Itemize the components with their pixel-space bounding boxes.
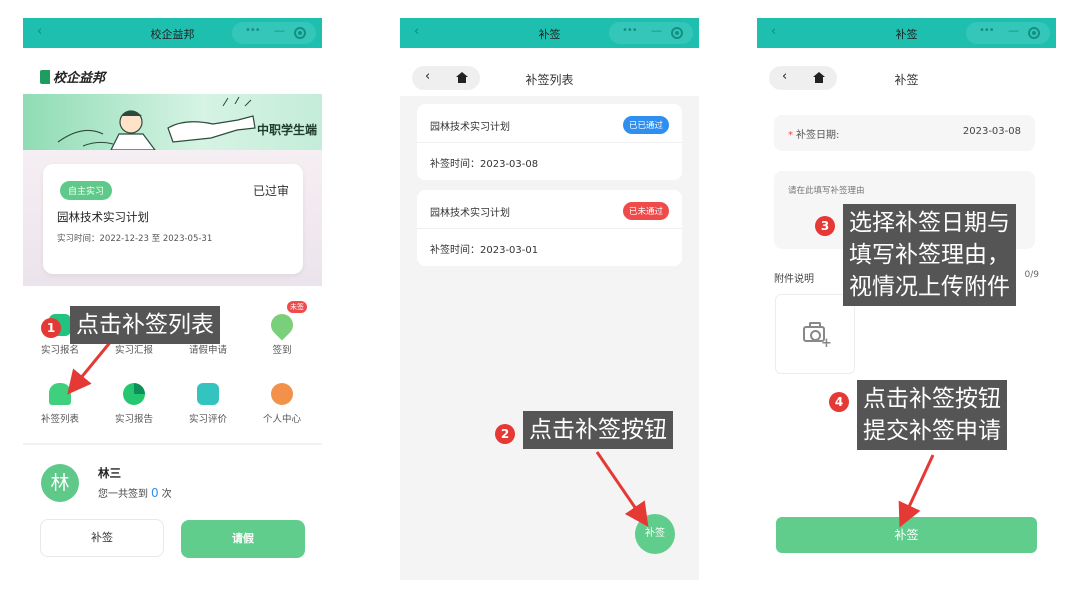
arrow-1 [67, 339, 114, 395]
arrow-4 [898, 454, 935, 528]
callout-step-2: 点击补签按钮 [523, 411, 673, 449]
callout-step-1: 点击补签列表 [70, 306, 220, 344]
step-marker-3: 3 [815, 216, 835, 236]
callout-step-4: 点击补签按钮 提交补签申请 [857, 380, 1007, 450]
step-marker-4: 4 [829, 392, 849, 412]
step-marker-2: 2 [495, 424, 515, 444]
step-marker-1: 1 [41, 318, 61, 338]
arrow-2 [595, 451, 649, 527]
callout-step-3: 选择补签日期与 填写补签理由， 视情况上传附件 [843, 204, 1016, 306]
